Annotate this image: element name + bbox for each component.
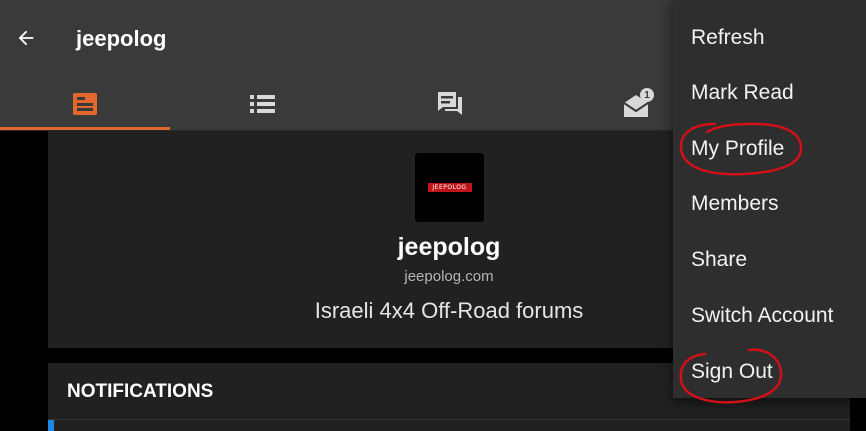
mail-badge: 1	[640, 88, 654, 102]
forum-logo-mark: JEEPOLOG	[427, 183, 472, 192]
feed-icon	[73, 93, 97, 115]
menu-item-my-profile[interactable]: My Profile	[673, 121, 866, 177]
forum-logo: JEEPOLOG	[415, 153, 484, 222]
menu-item-sign-out[interactable]: Sign Out	[673, 344, 866, 400]
menu-item-mark-read[interactable]: Mark Read	[673, 65, 866, 121]
notifications-title: NOTIFICATIONS	[67, 381, 214, 402]
menu-item-members[interactable]: Members	[673, 176, 866, 232]
selected-tab-indicator	[0, 127, 170, 130]
arrow-left-icon	[18, 30, 34, 46]
tab-chat[interactable]	[365, 78, 535, 130]
tab-list[interactable]	[178, 78, 348, 130]
menu-item-share[interactable]: Share	[673, 232, 866, 288]
notification-item-accent[interactable]	[48, 420, 54, 431]
overflow-menu: Refresh Mark Read My Profile Members Sha…	[673, 0, 866, 398]
back-button[interactable]	[12, 24, 40, 52]
menu-item-switch-account[interactable]: Switch Account	[673, 288, 866, 344]
chat-icon	[438, 92, 462, 115]
list-icon	[250, 95, 275, 113]
divider	[48, 419, 850, 420]
tab-feed[interactable]	[0, 78, 170, 130]
app-title: jeepolog	[76, 26, 167, 51]
menu-item-refresh[interactable]: Refresh	[673, 10, 866, 66]
